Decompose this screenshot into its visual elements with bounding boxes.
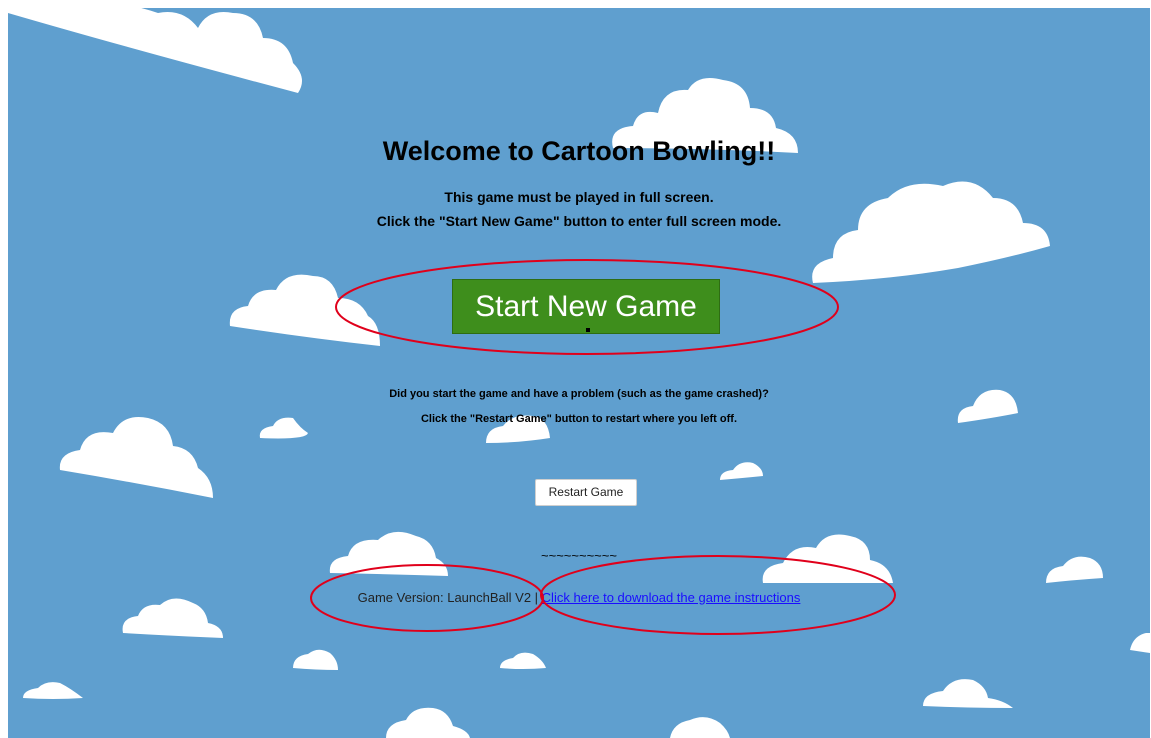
game-version: Game Version: LaunchBall V2	[357, 590, 532, 605]
footer: Game Version: LaunchBall V2 | Click here…	[8, 590, 1150, 605]
start-new-game-button[interactable]: Start New Game	[452, 279, 720, 334]
page-title: Welcome to Cartoon Bowling!!	[382, 136, 776, 166]
start-instructions: Click the "Start New Game" button to ent…	[376, 213, 782, 229]
download-instructions-link[interactable]: Click here to download the game instruct…	[542, 590, 801, 605]
restart-instructions: Click the "Restart Game" button to resta…	[420, 413, 738, 425]
footer-separator: |	[531, 590, 542, 605]
restart-game-button[interactable]: Restart Game	[535, 479, 637, 506]
game-screen: Welcome to Cartoon Bowling!! This game m…	[8, 8, 1150, 738]
welcome-panel: Welcome to Cartoon Bowling!! This game m…	[8, 8, 1150, 738]
cursor-icon	[586, 328, 590, 332]
divider: ~~~~~~~~~~	[541, 548, 617, 563]
fullscreen-notice: This game must be played in full screen.	[444, 189, 714, 205]
problem-question: Did you start the game and have a proble…	[389, 388, 769, 400]
